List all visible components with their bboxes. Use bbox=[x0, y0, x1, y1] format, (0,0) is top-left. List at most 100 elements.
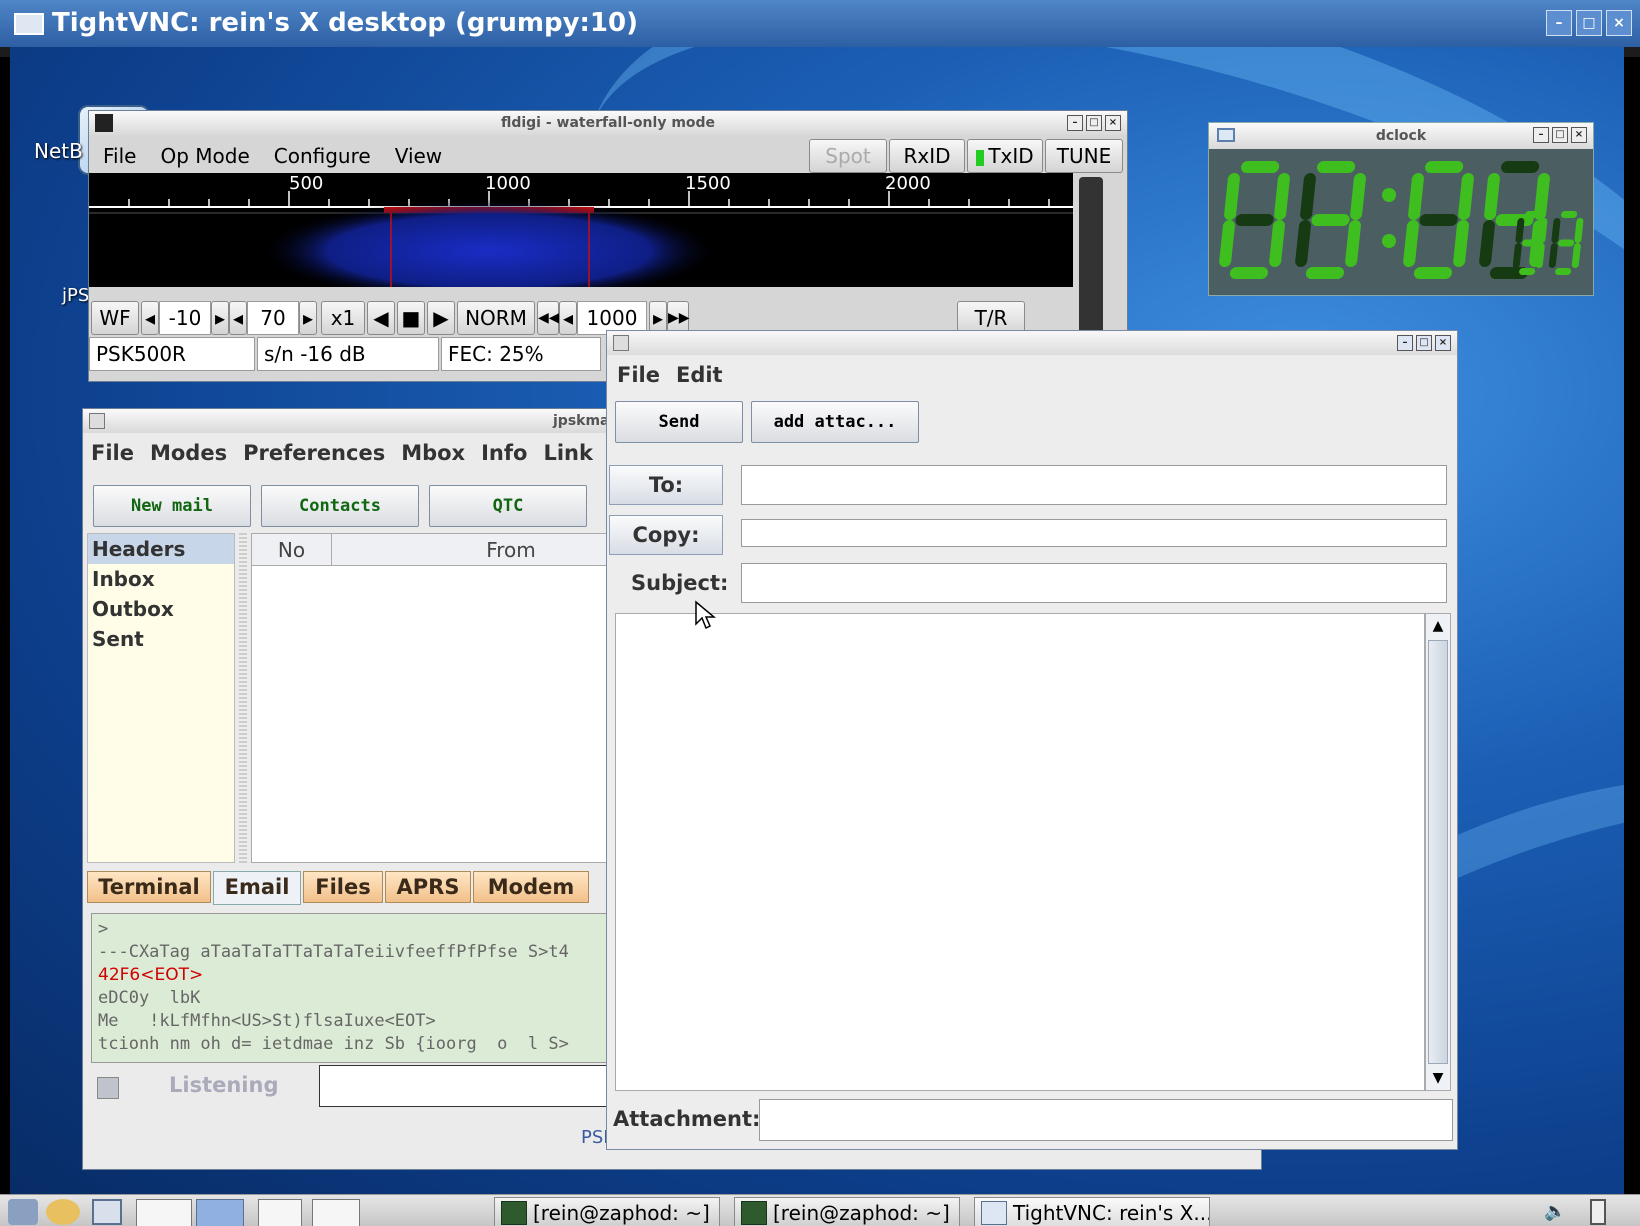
qtc-button[interactable]: QTC bbox=[429, 485, 587, 527]
to-button[interactable]: To: bbox=[609, 465, 723, 505]
workspace-1[interactable] bbox=[136, 1199, 192, 1226]
app-launcher-icon[interactable] bbox=[46, 1199, 80, 1225]
minimize-icon[interactable]: – bbox=[1533, 127, 1549, 143]
level1-down-button[interactable]: ◂ bbox=[141, 301, 159, 335]
mouse-cursor-icon bbox=[695, 600, 716, 630]
freq-down-button[interactable]: ◂ bbox=[559, 301, 577, 335]
tab-terminal[interactable]: Terminal bbox=[87, 871, 211, 903]
scroll-down-icon[interactable]: ▼ bbox=[1426, 1066, 1450, 1090]
level1-up-button[interactable]: ▸ bbox=[211, 301, 229, 335]
desktop-icon[interactable] bbox=[92, 1199, 122, 1225]
minimize-icon[interactable]: – bbox=[1397, 335, 1413, 351]
new-mail-button[interactable]: New mail bbox=[93, 485, 251, 527]
folder-list: Headers Inbox Outbox Sent bbox=[87, 533, 235, 863]
tab-files[interactable]: Files bbox=[303, 871, 383, 903]
freq-fast-down-button[interactable]: ◀◀ bbox=[537, 301, 560, 335]
task-tightvnc[interactable]: TightVNC: rein's X... bbox=[974, 1197, 1210, 1226]
send-button[interactable]: Send bbox=[615, 401, 743, 443]
menu-edit[interactable]: Edit bbox=[668, 355, 731, 395]
menu-preferences[interactable]: Preferences bbox=[235, 433, 393, 473]
zoom-button[interactable]: x1 bbox=[321, 301, 365, 335]
subject-field[interactable] bbox=[741, 563, 1447, 603]
contacts-button[interactable]: Contacts bbox=[261, 485, 419, 527]
task-terminal-2[interactable]: [rein@zaphod: ~] bbox=[734, 1197, 960, 1226]
workspace-2[interactable] bbox=[196, 1199, 244, 1226]
folder-outbox[interactable]: Outbox bbox=[88, 594, 234, 624]
terminal-line: ---CXaTag aTaaTaTaTTaTaTaTeiivfeeffPfPfs… bbox=[98, 942, 569, 962]
scroll-thumb[interactable] bbox=[1428, 640, 1448, 1064]
copy-field[interactable] bbox=[741, 519, 1447, 547]
column-no[interactable]: No bbox=[252, 534, 332, 565]
level2-up-button[interactable]: ▸ bbox=[299, 301, 317, 335]
maximize-icon[interactable]: □ bbox=[1552, 127, 1568, 143]
tab-aprs[interactable]: APRS bbox=[385, 871, 471, 903]
minimize-icon[interactable]: – bbox=[1067, 115, 1083, 131]
window-icon bbox=[1217, 128, 1235, 142]
compose-title-bar[interactable]: – □ × bbox=[607, 331, 1457, 355]
workspace-4[interactable] bbox=[312, 1199, 360, 1226]
play-button[interactable]: ▶ bbox=[427, 301, 455, 335]
clock-segment-on bbox=[1525, 211, 1542, 218]
add-attachment-button[interactable]: add attac... bbox=[751, 401, 919, 443]
maximize-icon[interactable]: □ bbox=[1576, 10, 1602, 36]
copy-button[interactable]: Copy: bbox=[609, 515, 723, 555]
folder-headers[interactable]: Headers bbox=[88, 534, 234, 564]
body-scrollbar[interactable]: ▲ ▼ bbox=[1425, 613, 1451, 1091]
level1-field[interactable]: -10 bbox=[159, 301, 211, 335]
menu-mbox[interactable]: Mbox bbox=[393, 433, 473, 473]
spot-toggle[interactable]: Spot bbox=[809, 139, 887, 173]
to-field[interactable] bbox=[741, 465, 1447, 505]
scroll-up-icon[interactable]: ▲ bbox=[1426, 614, 1450, 638]
clock-segment-on bbox=[1571, 243, 1581, 268]
rxid-toggle[interactable]: RxID bbox=[889, 139, 965, 173]
waterfall[interactable]: 500 1000 1500 2000 bbox=[89, 173, 1073, 303]
folder-inbox[interactable]: Inbox bbox=[88, 564, 234, 594]
close-icon[interactable]: × bbox=[1606, 10, 1632, 36]
stop-button[interactable]: ■ bbox=[397, 301, 425, 335]
menu-modes[interactable]: Modes bbox=[142, 433, 235, 473]
fldigi-menubar: File Op Mode Configure View bbox=[91, 139, 803, 173]
tab-email[interactable]: Email bbox=[213, 871, 301, 905]
txid-toggle[interactable]: TxID bbox=[967, 139, 1043, 173]
dclock-title-bar[interactable]: dclock – □ × bbox=[1209, 123, 1593, 149]
close-icon[interactable]: × bbox=[1435, 335, 1451, 351]
workspace-3[interactable] bbox=[258, 1199, 302, 1226]
terminal-icon bbox=[741, 1201, 767, 1225]
battery-icon[interactable] bbox=[1590, 1199, 1606, 1225]
scale-label: 1000 bbox=[485, 173, 531, 194]
clock-segment-on bbox=[1350, 173, 1366, 220]
folder-sent[interactable]: Sent bbox=[88, 624, 234, 654]
menu-file[interactable]: File bbox=[609, 355, 668, 395]
close-icon[interactable]: × bbox=[1571, 127, 1587, 143]
fldigi-title-bar[interactable]: fldigi - waterfall-only mode – □ × bbox=[89, 111, 1127, 135]
menu-file[interactable]: File bbox=[83, 433, 142, 473]
clock-colon bbox=[1382, 234, 1396, 248]
compose-window: – □ × File Edit Send add attac... To: Copy… bbox=[606, 330, 1458, 1150]
close-icon[interactable]: × bbox=[1105, 115, 1121, 131]
norm-button[interactable]: NORM bbox=[457, 301, 535, 335]
level2-field[interactable]: 70 bbox=[247, 301, 299, 335]
task-terminal-1[interactable]: [rein@zaphod: ~] bbox=[494, 1197, 720, 1226]
vnc-title-bar[interactable]: TightVNC: rein's X desktop (grumpy:10) –… bbox=[0, 0, 1640, 47]
rewind-button[interactable]: ◀ bbox=[367, 301, 395, 335]
maximize-icon[interactable]: □ bbox=[1086, 115, 1102, 131]
tab-modem[interactable]: Modem bbox=[473, 871, 589, 903]
volume-icon[interactable]: 🔈 bbox=[1544, 1201, 1574, 1225]
menu-icon[interactable] bbox=[8, 1199, 38, 1225]
attachment-label: Attachment: bbox=[613, 1107, 761, 1131]
menu-link[interactable]: Link bbox=[535, 433, 601, 473]
menu-info[interactable]: Info bbox=[473, 433, 535, 473]
message-body[interactable] bbox=[615, 613, 1425, 1091]
menu-op-mode[interactable]: Op Mode bbox=[148, 139, 261, 173]
level2-down-button[interactable]: ◂ bbox=[229, 301, 247, 335]
terminal-output[interactable]: > ---CXaTag aTaaTaTaTTaTaTaTeiivfeeffPfP… bbox=[91, 913, 691, 1063]
maximize-icon[interactable]: □ bbox=[1416, 335, 1432, 351]
menu-view[interactable]: View bbox=[383, 139, 454, 173]
tune-toggle[interactable]: TUNE bbox=[1045, 139, 1123, 173]
minimize-icon[interactable]: – bbox=[1546, 10, 1572, 36]
wf-button[interactable]: WF bbox=[91, 301, 139, 335]
splitter[interactable] bbox=[239, 533, 247, 863]
menu-file[interactable]: File bbox=[91, 139, 148, 173]
attachment-field[interactable] bbox=[759, 1099, 1453, 1141]
menu-configure[interactable]: Configure bbox=[262, 139, 383, 173]
